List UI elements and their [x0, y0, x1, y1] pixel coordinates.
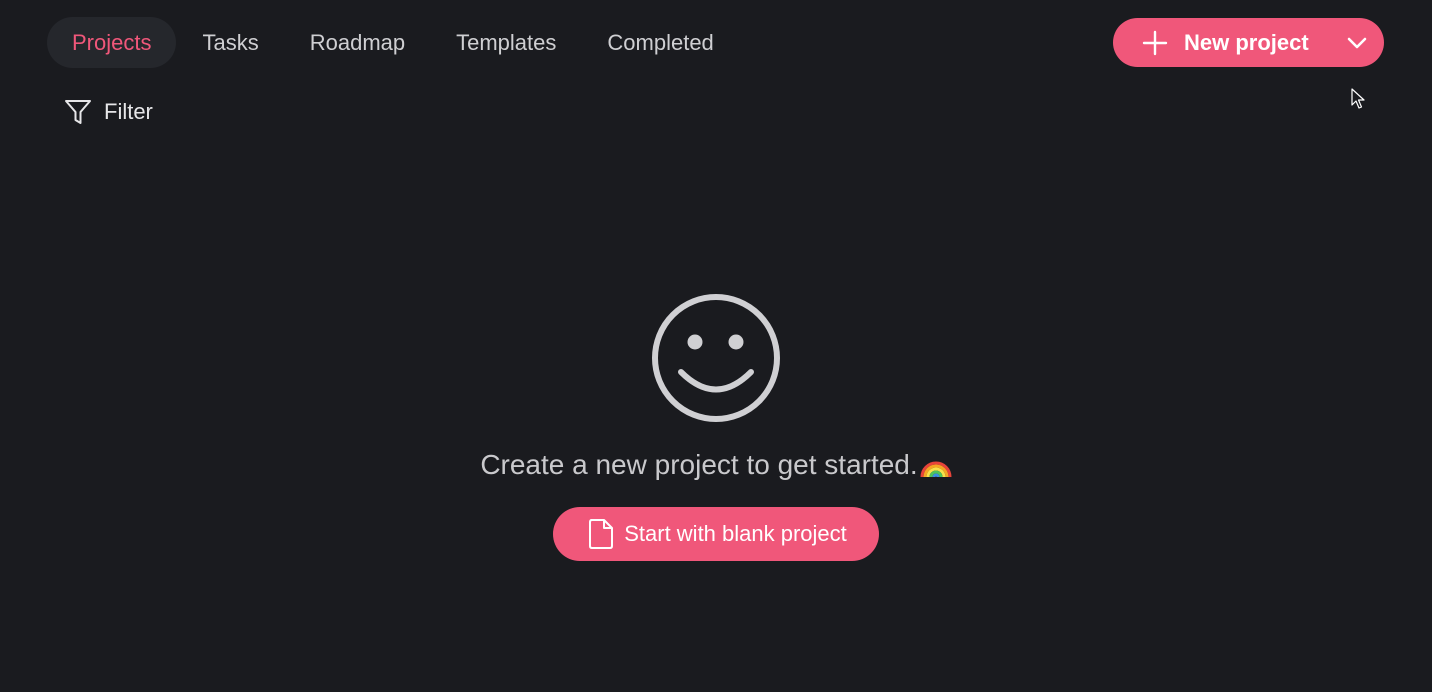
- chevron-down-icon: [1347, 37, 1367, 48]
- document-icon: [589, 519, 614, 549]
- smiley-icon: [652, 294, 780, 422]
- funnel-icon: [65, 100, 91, 124]
- tab-projects[interactable]: Projects: [47, 17, 177, 68]
- tab-roadmap[interactable]: Roadmap: [285, 17, 430, 68]
- rainbow-icon: [920, 461, 952, 478]
- new-project-button[interactable]: New project: [1113, 18, 1336, 67]
- filter-label: Filter: [104, 99, 153, 124]
- plus-icon: [1142, 30, 1168, 55]
- new-project-split-button: New project: [1113, 18, 1384, 67]
- tab-templates[interactable]: Templates: [431, 17, 581, 68]
- app-window: Projects Tasks Roadmap Templates Complet…: [0, 0, 1432, 692]
- tab-tasks[interactable]: Tasks: [177, 17, 283, 68]
- filter-button[interactable]: Filter: [63, 94, 153, 130]
- new-project-label: New project: [1184, 29, 1309, 55]
- start-blank-project-button[interactable]: Start with blank project: [553, 507, 879, 561]
- mouse-cursor-icon: [1351, 88, 1365, 109]
- empty-state: Create a new project to get started. Sta…: [0, 292, 1432, 561]
- empty-state-message: Create a new project to get started.: [480, 449, 952, 481]
- empty-state-message-text: Create a new project to get started.: [480, 449, 918, 480]
- start-blank-project-label: Start with blank project: [624, 521, 847, 546]
- new-project-dropdown-button[interactable]: [1336, 18, 1384, 67]
- tab-completed[interactable]: Completed: [582, 17, 738, 68]
- nav-tabs: Projects Tasks Roadmap Templates Complet…: [47, 17, 740, 68]
